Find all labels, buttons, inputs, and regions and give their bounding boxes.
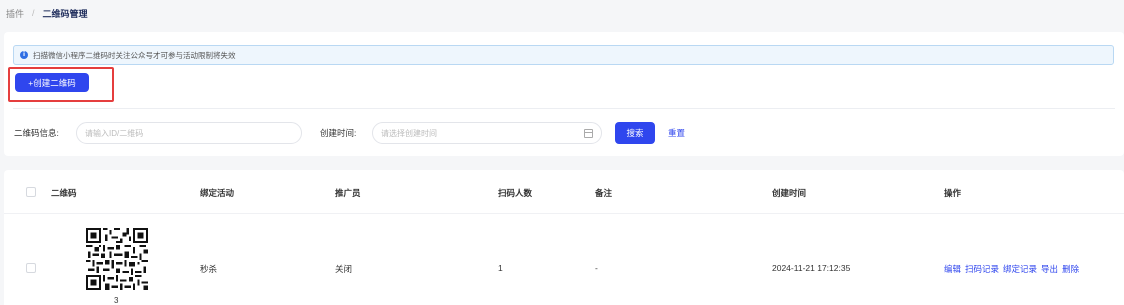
column-header: 二维码	[51, 188, 77, 198]
bind-records-link[interactable]: 绑定记录	[1003, 263, 1037, 275]
column-header: 备注	[595, 188, 613, 198]
notice-banner: i 扫描微信小程序二维码时关注公众号才可参与活动限制将失效	[13, 45, 1114, 65]
qrcode-table: 二维码 绑定活动 推广员 扫码人数 备注 创建时间 操作 3 秒杀 关闭 1 -…	[4, 170, 1124, 305]
created-time-picker[interactable]: 请选择创建时间	[372, 122, 602, 144]
qr-info-label: 二维码信息:	[14, 128, 59, 138]
create-qrcode-button[interactable]: +创建二维码	[15, 73, 89, 92]
cell-remark: -	[595, 263, 598, 273]
row-actions: 编辑 扫码记录 绑定记录 导出 删除	[944, 263, 1079, 275]
export-link[interactable]: 导出	[1041, 263, 1058, 275]
filter-row: 二维码信息: 请输入ID/二维码 创建时间: 请选择创建时间 搜索 重置	[14, 122, 1114, 144]
table-header: 二维码 绑定活动 推广员 扫码人数 备注 创建时间 操作	[4, 182, 1124, 202]
select-all-checkbox[interactable]	[26, 187, 36, 197]
row-divider	[4, 213, 1124, 214]
cell-promoter: 关闭	[335, 264, 353, 274]
breadcrumb-current: 二维码管理	[42, 8, 88, 19]
info-icon: i	[20, 51, 28, 59]
column-header: 推广员	[335, 188, 361, 198]
breadcrumb-plugins[interactable]: 插件	[6, 7, 24, 20]
edit-link[interactable]: 编辑	[944, 263, 961, 275]
calendar-icon	[584, 129, 593, 138]
breadcrumb: 插件 / 二维码管理	[6, 6, 88, 20]
qr-info-placeholder: 请输入ID/二维码	[85, 128, 144, 138]
row-checkbox[interactable]	[26, 263, 36, 273]
column-header: 绑定活动	[200, 188, 235, 198]
notice-text: 扫描微信小程序二维码时关注公众号才可参与活动限制将失效	[33, 50, 236, 60]
reset-button[interactable]: 重置	[668, 127, 685, 139]
column-header: 扫码人数	[498, 188, 533, 198]
divider	[13, 108, 1115, 109]
delete-link[interactable]: 删除	[1062, 263, 1079, 275]
scan-records-link[interactable]: 扫码记录	[965, 263, 999, 275]
search-button[interactable]: 搜索	[615, 122, 655, 144]
cell-created-time: 2024-11-21 17:12:35	[772, 263, 851, 273]
qrcode-image[interactable]	[86, 228, 148, 290]
column-header: 操作	[944, 188, 962, 198]
column-header: 创建时间	[772, 188, 807, 198]
qr-info-input[interactable]: 请输入ID/二维码	[76, 122, 302, 144]
created-time-placeholder: 请选择创建时间	[381, 128, 437, 138]
cell-scans: 1	[498, 263, 503, 273]
qrcode-id: 3	[114, 296, 119, 305]
filter-card: i 扫描微信小程序二维码时关注公众号才可参与活动限制将失效 +创建二维码 二维码…	[4, 32, 1124, 156]
cell-activity: 秒杀	[200, 264, 218, 274]
breadcrumb-separator: /	[32, 8, 35, 18]
created-time-label: 创建时间:	[320, 128, 357, 138]
